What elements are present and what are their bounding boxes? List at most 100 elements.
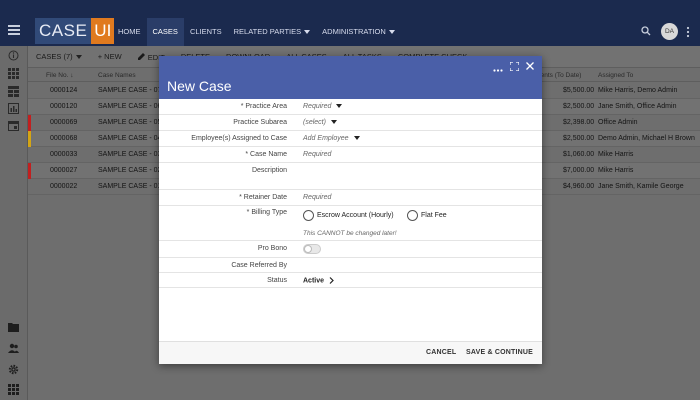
case-name-cell: SAMPLE CASE - 05 — [98, 119, 162, 126]
practice-subarea-row: Practice Subarea (select) — [159, 115, 542, 131]
search-icon[interactable] — [641, 26, 651, 38]
calendar-icon[interactable] — [8, 120, 19, 133]
nav-administration-label: ADMINISTRATION — [322, 27, 386, 36]
nav-clients[interactable]: CLIENTS — [184, 18, 228, 46]
flat-fee-radio[interactable] — [407, 210, 418, 221]
main-nav: HOME CASES CLIENTS RELATED PARTIES ADMIN… — [112, 18, 401, 46]
cases-count-label: CASES (7) — [36, 52, 73, 61]
people-icon[interactable] — [8, 343, 19, 355]
nav-home[interactable]: HOME — [112, 18, 147, 46]
col-file-no[interactable]: File No. ↓ — [46, 72, 73, 79]
status-row: Status Active — [159, 273, 542, 288]
folder-icon[interactable] — [8, 322, 19, 334]
pencil-icon — [137, 52, 145, 60]
nav-cases[interactable]: CASES — [146, 18, 184, 46]
retainer-date-input[interactable]: Required — [303, 194, 331, 201]
case-name-cell: SAMPLE CASE - 01 — [98, 183, 162, 190]
nav-administration[interactable]: ADMINISTRATION — [316, 18, 401, 46]
description-textarea[interactable] — [303, 165, 533, 187]
close-icon[interactable] — [526, 62, 534, 72]
file-no-cell: 0000022 — [50, 183, 78, 190]
chevron-down-icon — [330, 120, 337, 125]
chevron-right-icon — [329, 277, 334, 284]
sort-down-icon: ↓ — [70, 72, 74, 79]
assigned-to-cell: Jane Smith, Kamile George — [598, 183, 684, 190]
more-horizontal-icon[interactable] — [493, 65, 503, 74]
logo-text-ui: UI — [91, 18, 115, 44]
chevron-down-icon — [75, 55, 82, 60]
escrow-option-label[interactable]: Escrow Account (Hourly) — [317, 212, 394, 219]
retainer-date-row: * Retainer Date Required — [159, 190, 542, 206]
new-case-button[interactable]: + NEW — [90, 52, 130, 61]
file-no-cell: 0000068 — [50, 135, 78, 142]
report-icon[interactable] — [8, 103, 19, 116]
chevron-down-icon — [353, 136, 360, 141]
payment-cell: $4,960.00 — [563, 183, 595, 190]
chevron-down-icon — [336, 104, 343, 109]
more-vertical-icon[interactable] — [686, 26, 690, 40]
case-name-cell: SAMPLE CASE - 06 — [98, 103, 162, 110]
top-navigation-bar: CASE UI HOME CASES CLIENTS RELATED PARTI… — [0, 0, 700, 46]
file-no-cell: 0000124 — [50, 87, 78, 94]
assigned-to-cell: Office Admin — [598, 119, 638, 126]
cases-count-dropdown[interactable]: CASES (7) — [28, 52, 90, 61]
case-name-cell: SAMPLE CASE - 04 — [98, 135, 162, 142]
info-icon[interactable] — [8, 50, 19, 63]
status-select[interactable]: Active — [303, 277, 334, 284]
dialog-footer: CANCEL SAVE & CONTINUE — [159, 341, 542, 364]
employees-label: Employee(s) Assigned to Case — [191, 135, 287, 142]
chevron-down-icon — [304, 30, 311, 35]
file-no-cell: 0000027 — [50, 167, 78, 174]
fullscreen-icon[interactable] — [509, 61, 520, 73]
col-case-name[interactable]: Case Names — [98, 72, 136, 79]
logo-text-case: CASE — [35, 18, 92, 44]
menu-icon[interactable] — [8, 25, 20, 35]
priority-flag — [28, 163, 31, 179]
nav-related-parties-label: RELATED PARTIES — [233, 27, 302, 36]
save-continue-button[interactable]: SAVE & CONTINUE — [466, 349, 533, 356]
settings-gear-icon[interactable] — [8, 364, 19, 377]
practice-area-row: * Practice Area Required — [159, 99, 542, 115]
practice-area-select[interactable]: Required — [303, 103, 343, 110]
referred-by-input[interactable] — [303, 262, 533, 271]
cancel-button[interactable]: CANCEL — [426, 349, 456, 356]
assigned-to-cell: Jane Smith, Office Admin — [598, 103, 677, 110]
new-case-dialog: New Case * Practice Area Required Practi… — [159, 56, 542, 364]
grid-icon[interactable] — [8, 68, 19, 81]
referred-by-row: Case Referred By — [159, 258, 542, 273]
payment-cell: $7,000.00 — [563, 167, 595, 174]
status-label: Status — [267, 277, 287, 284]
employees-select[interactable]: Add Employee — [303, 135, 360, 142]
nav-related-parties[interactable]: RELATED PARTIES — [228, 18, 317, 46]
list-grid-icon[interactable] — [8, 86, 19, 99]
app-logo[interactable]: CASE UI — [35, 18, 115, 44]
practice-area-label: * Practice Area — [240, 103, 287, 110]
toggle-knob — [304, 245, 312, 253]
file-no-cell: 0000120 — [50, 103, 78, 110]
priority-flag — [28, 115, 31, 131]
billing-type-note: This CANNOT be changed later! — [303, 230, 397, 237]
apps-grid-icon[interactable] — [8, 384, 19, 397]
assigned-to-cell: Mike Harris, Demo Admin — [598, 87, 678, 94]
col-assigned-to[interactable]: Assigned To — [598, 72, 633, 79]
status-value: Active — [303, 277, 325, 285]
pro-bono-toggle[interactable] — [303, 244, 321, 254]
practice-subarea-value: (select) — [303, 119, 326, 126]
file-no-cell: 0000069 — [50, 119, 78, 126]
referred-by-label: Case Referred By — [231, 262, 287, 269]
assigned-to-cell: Mike Harris — [598, 167, 634, 174]
escrow-radio[interactable] — [303, 210, 314, 221]
description-row: Description — [159, 163, 542, 190]
assigned-to-cell: Mike Harris — [598, 151, 634, 158]
case-name-row: * Case Name Required — [159, 147, 542, 163]
flat-fee-option-label[interactable]: Flat Fee — [421, 212, 447, 219]
chevron-down-icon — [388, 30, 395, 35]
payment-cell: $2,500.00 — [563, 103, 595, 110]
case-name-input[interactable]: Required — [303, 151, 331, 158]
assigned-to-cell: Demo Admin, Michael H Brown — [598, 135, 695, 142]
practice-subarea-select[interactable]: (select) — [303, 119, 337, 126]
user-avatar[interactable]: DA — [661, 23, 678, 40]
file-no-cell: 0000033 — [50, 151, 78, 158]
practice-area-placeholder: Required — [303, 103, 332, 110]
billing-type-label: * Billing Type — [246, 209, 287, 216]
